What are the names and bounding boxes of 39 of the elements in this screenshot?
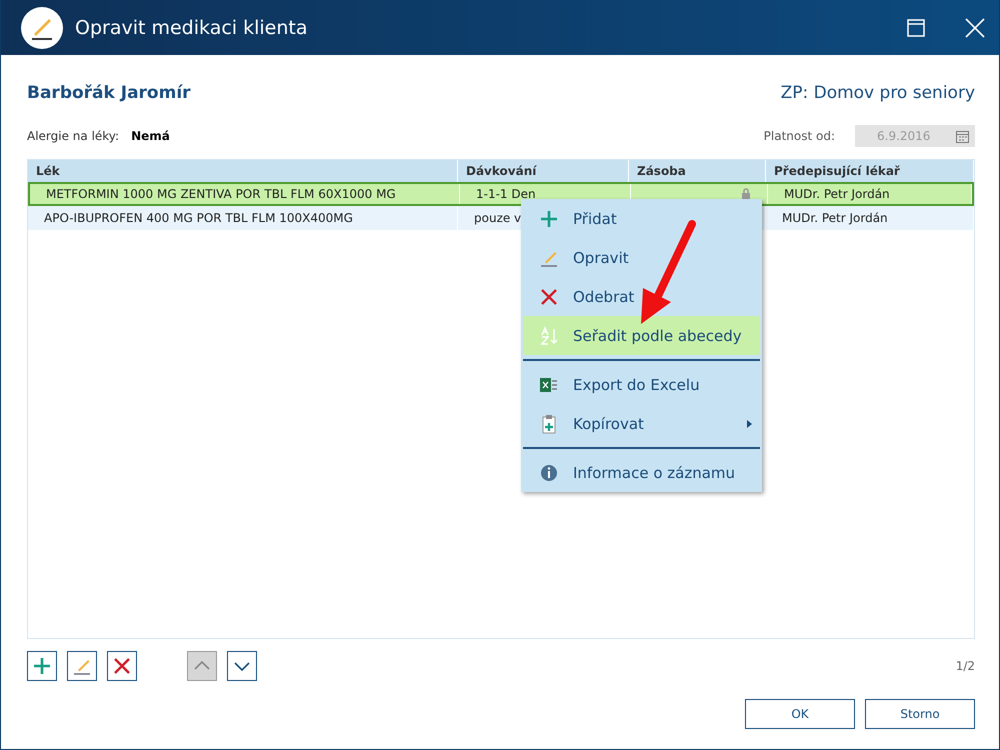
table-cell: METFORMIN 1000 MG ZENTIVA POR TBL FLM 60X1000 MG — [30, 184, 460, 204]
table-cell: MUDr. Petr Jordán — [768, 184, 972, 204]
maximize-icon[interactable] — [907, 18, 925, 36]
move-down-button[interactable] — [227, 651, 257, 681]
plus-icon — [32, 656, 52, 676]
close-icon — [112, 656, 132, 676]
column-header[interactable]: Dávkování — [458, 160, 629, 182]
remove-button[interactable] — [107, 651, 137, 681]
table-cell: APO-IBUPROFEN 400 MG POR TBL FLM 100X400MG — [28, 206, 458, 230]
table-cell: MUDr. Petr Jordán — [766, 206, 974, 230]
page-counter: 1/2 — [956, 659, 975, 673]
facility-label: ZP: Domov pro seniory — [780, 83, 975, 103]
table-row[interactable]: METFORMIN 1000 MG ZENTIVA POR TBL FLM 60X1000 MG 1-1-1 Den MUDr. Petr Jordán — [28, 182, 974, 206]
menu-item[interactable]: Opravit — [523, 238, 760, 277]
client-name: Barbořák Jaromír — [27, 83, 191, 103]
close-icon — [539, 286, 559, 306]
cancel-button[interactable]: Storno — [865, 699, 975, 729]
column-header[interactable]: Předepisující lékař — [766, 160, 974, 182]
plus-icon — [539, 208, 559, 228]
add-button[interactable] — [27, 651, 57, 681]
calendar-icon — [956, 130, 969, 142]
edit-button[interactable] — [67, 651, 97, 681]
info-icon — [539, 462, 559, 482]
window-title: Opravit medikaci klienta — [75, 16, 308, 38]
column-header[interactable]: Lék — [28, 160, 458, 182]
sort-icon — [539, 326, 559, 346]
allergy-label: Alergie na léky: — [27, 129, 120, 143]
allergy-value: Nemá — [131, 129, 170, 143]
ok-button[interactable]: OK — [745, 699, 855, 729]
pencil-logo-icon — [21, 6, 63, 48]
menu-item[interactable]: Odebrat — [523, 277, 760, 316]
menu-item[interactable]: Seřadit podle abecedy — [523, 316, 760, 355]
menu-item[interactable]: Kopírovat — [523, 404, 760, 443]
close-icon[interactable] — [965, 18, 985, 38]
column-header[interactable]: Zásoba — [629, 160, 766, 182]
date-field: 6.9.2016 — [855, 125, 975, 147]
menu-item[interactable]: Informace o záznamu — [523, 453, 760, 492]
menu-item[interactable]: Export do Excelu — [523, 365, 760, 404]
validity-label: Platnost od: — [764, 129, 835, 143]
